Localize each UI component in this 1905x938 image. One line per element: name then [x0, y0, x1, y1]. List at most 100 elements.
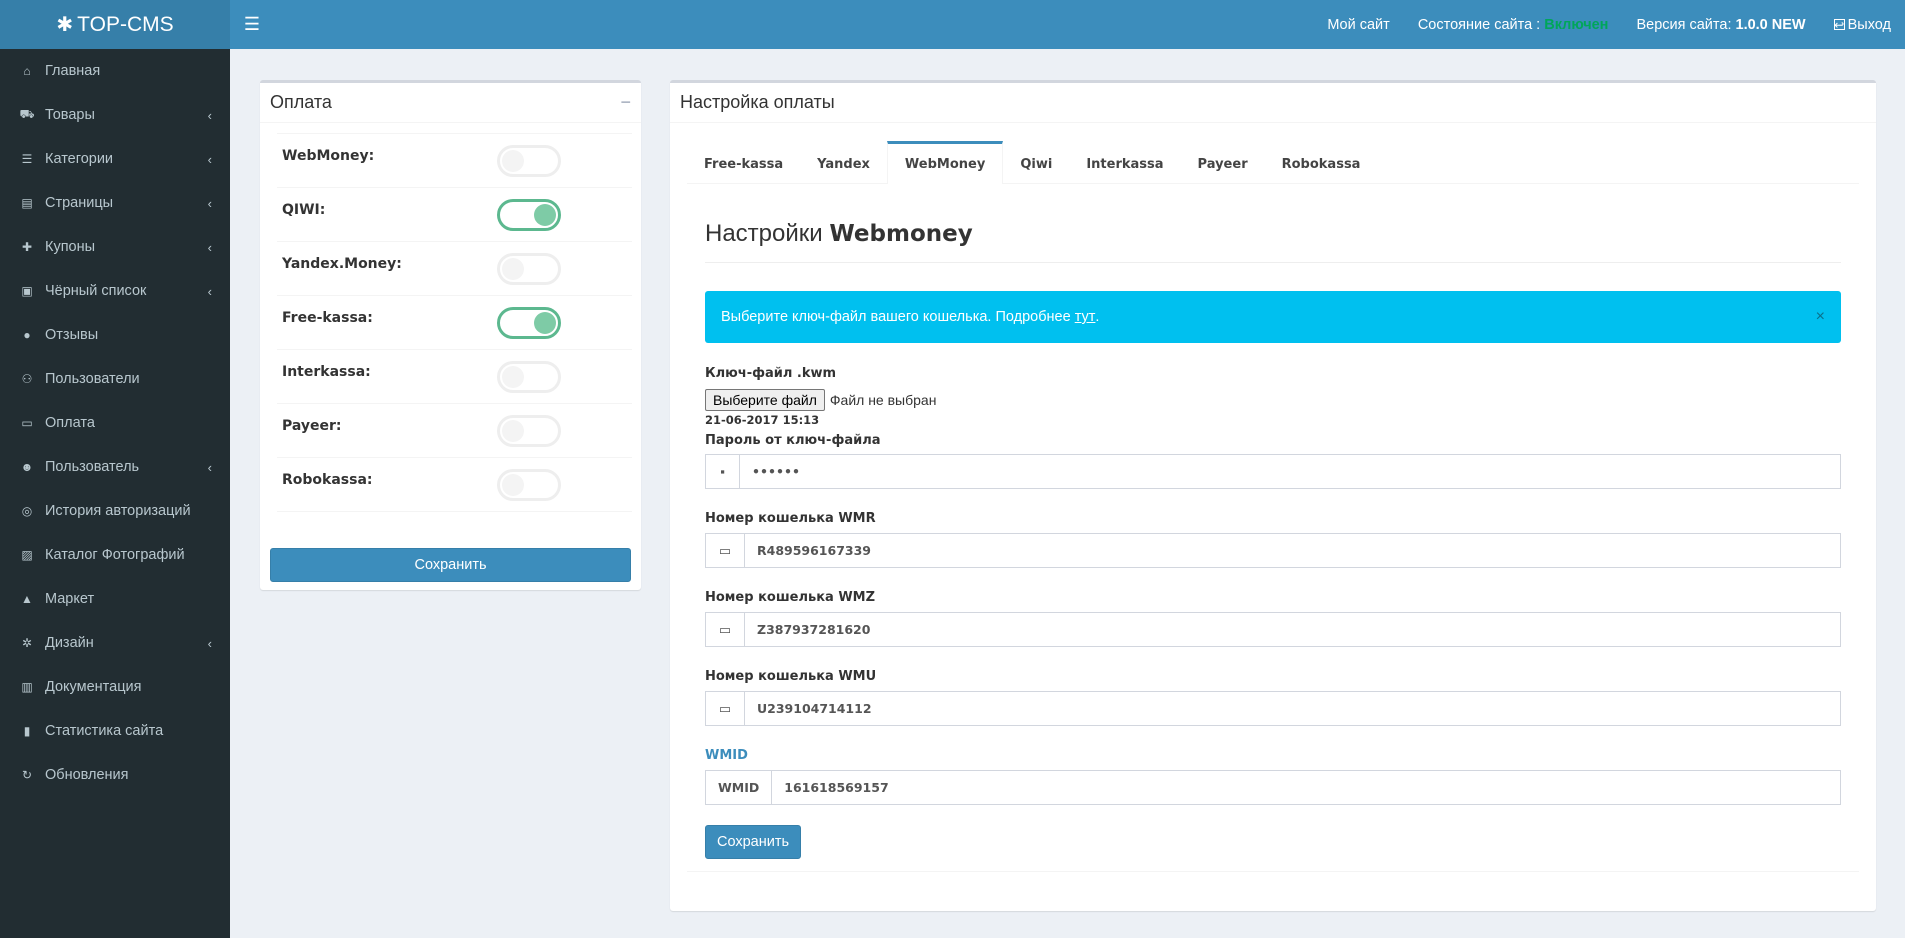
tab-free-kassa[interactable]: Free-kassa	[687, 141, 800, 184]
users-icon: ⚇	[21, 372, 33, 386]
wmr-input[interactable]	[745, 534, 1840, 567]
payment-method-row: QIWI:	[277, 187, 632, 241]
webmoney-tab-pane: Настройки Webmoney Выберите ключ-файл ва…	[687, 184, 1859, 872]
sidebar-item-coupons[interactable]: ✚ Купоны ‹	[0, 225, 230, 269]
file-icon: ▤	[21, 196, 33, 210]
chevron-left-icon: ‹	[207, 239, 212, 255]
my-site-link[interactable]: Мой сайт	[1313, 0, 1404, 49]
save-payment-methods-button[interactable]: Сохранить	[270, 548, 631, 582]
sidebar-item-label: Маркет	[45, 591, 95, 607]
wmid-label: WMID	[705, 748, 748, 763]
wmz-input[interactable]	[745, 613, 1840, 646]
site-version[interactable]: Версия сайта: 1.0.0 NEW	[1622, 0, 1819, 49]
alert-dot: .	[1095, 309, 1100, 325]
sign-out-icon: ↩	[1833, 17, 1845, 32]
collapse-icon[interactable]: −	[620, 92, 631, 113]
sidebar-item-market[interactable]: ▲ Маркет	[0, 577, 230, 621]
sidebar-item-stats[interactable]: ▮ Статистика сайта	[0, 709, 230, 753]
wmr-label: Номер кошелька WMR	[705, 511, 876, 526]
sidebar-item-design[interactable]: ✲ Дизайн ‹	[0, 621, 230, 665]
sidebar-item-categories[interactable]: ☰ Категории ‹	[0, 137, 230, 181]
free-kassa-toggle[interactable]	[497, 306, 561, 339]
site-version-value: 1.0.0 NEW	[1735, 16, 1806, 33]
sidebar: ⌂ Главная ⛟ Товары ‹ ☰ Категории ‹ ▤ Страницы ‹…	[0, 49, 230, 938]
wmid-group: WMID	[705, 770, 1841, 805]
sidebar-item-updates[interactable]: ↻ Обновления	[0, 753, 230, 797]
tab-payeer[interactable]: Payeer	[1181, 141, 1265, 184]
site-status-value: Включен	[1544, 16, 1609, 33]
settings-box-header: Настройка оплаты	[670, 83, 1876, 123]
sidebar-item-auth-history[interactable]: ◎ История авторизаций	[0, 489, 230, 533]
sidebar-item-label: Обновления	[45, 767, 129, 783]
payment-method-label: Interkassa:	[282, 363, 371, 380]
sidebar-item-home[interactable]: ⌂ Главная	[0, 49, 230, 93]
credit-card-icon: ▭	[706, 534, 745, 567]
gear-icon: ✱	[56, 13, 74, 36]
close-icon[interactable]: ×	[1816, 308, 1825, 326]
list-icon: ☰	[21, 152, 33, 166]
wmr-group: ▭	[705, 533, 1841, 568]
payeer-toggle[interactable]	[497, 414, 561, 447]
sidebar-item-label: Дизайн	[45, 635, 94, 651]
robokassa-toggle[interactable]	[497, 468, 561, 501]
book-icon: ▥	[21, 680, 33, 694]
sidebar-item-users[interactable]: ⚇ Пользователи	[0, 357, 230, 401]
webmoney-toggle[interactable]	[497, 144, 561, 177]
keyfile-input: Выберите файл Файл не выбран	[705, 389, 936, 411]
wmu-group: ▭	[705, 691, 1841, 726]
wmid-input[interactable]	[772, 771, 1840, 804]
gift-icon: ✚	[21, 240, 33, 254]
sidebar-item-label: Чёрный список	[45, 283, 147, 299]
cogs-icon: ✲	[21, 636, 33, 650]
payment-method-label: WebMoney:	[282, 147, 375, 164]
tab-webmoney[interactable]: WebMoney	[886, 141, 1004, 184]
refresh-icon: ↻	[21, 768, 33, 782]
sidebar-item-products[interactable]: ⛟ Товары ‹	[0, 93, 230, 137]
payment-method-label: Free-kassa:	[282, 309, 373, 326]
site-status-label: Состояние сайта :	[1417, 16, 1541, 33]
sidebar-item-blacklist[interactable]: ▣ Чёрный список ‹	[0, 269, 230, 313]
password-input[interactable]	[740, 455, 1840, 488]
logo[interactable]: ✱ TOP-CMS	[0, 0, 230, 49]
sidebar-toggle-button[interactable]: ☰	[230, 0, 274, 49]
sidebar-item-photo-catalog[interactable]: ▨ Каталог Фотографий	[0, 533, 230, 577]
choose-file-button[interactable]: Выберите файл	[705, 389, 825, 411]
payment-method-row: Free-kassa:	[277, 295, 632, 349]
qiwi-toggle[interactable]	[497, 198, 561, 231]
sidebar-item-label: Оплата	[45, 415, 95, 431]
payment-methods-box: Оплата − WebMoney: QIWI: Yandex.Money: F…	[260, 80, 641, 590]
site-status[interactable]: Состояние сайта : Включен	[1404, 0, 1623, 49]
wmu-input[interactable]	[745, 692, 1840, 725]
home-icon: ⌂	[23, 64, 31, 78]
credit-card-icon: ▭	[706, 613, 745, 646]
tab-interkassa[interactable]: Interkassa	[1069, 141, 1180, 184]
tab-robokassa[interactable]: Robokassa	[1265, 141, 1378, 184]
alert-link[interactable]: тут	[1075, 309, 1096, 325]
image-icon: ▨	[21, 548, 33, 562]
chevron-left-icon: ‹	[207, 283, 212, 299]
save-webmoney-settings-button[interactable]: Сохранить	[705, 825, 801, 859]
sidebar-item-label: Купоны	[45, 239, 96, 255]
logo-text: TOP-CMS	[77, 12, 174, 36]
sidebar-item-docs[interactable]: ▥ Документация	[0, 665, 230, 709]
bar-chart-icon: ▮	[23, 724, 31, 738]
logout-link[interactable]: ↩ Выход	[1820, 0, 1905, 49]
tab-qiwi[interactable]: Qiwi	[1003, 141, 1069, 184]
payment-method-row: WebMoney:	[277, 133, 632, 187]
sidebar-item-pages[interactable]: ▤ Страницы ‹	[0, 181, 230, 225]
sidebar-item-label: Документация	[45, 679, 142, 695]
keyfile-timestamp: 21-06-2017 15:13	[705, 413, 820, 427]
sidebar-item-reviews[interactable]: ● Отзывы	[0, 313, 230, 357]
payment-method-row: Robokassa:	[277, 457, 632, 511]
lock-icon: ▣	[21, 284, 33, 298]
tab-yandex[interactable]: Yandex	[800, 141, 887, 184]
sidebar-item-label: Главная	[45, 63, 101, 79]
file-status: Файл не выбран	[829, 392, 937, 408]
sidebar-item-label: Страницы	[45, 195, 114, 211]
sidebar-item-user[interactable]: ☻ Пользователь ‹	[0, 445, 230, 489]
sidebar-item-payment[interactable]: ▭ Оплата	[0, 401, 230, 445]
interkassa-toggle[interactable]	[497, 360, 561, 393]
yandex-money-toggle[interactable]	[497, 252, 561, 285]
wmz-group: ▭	[705, 612, 1841, 647]
payment-method-row: Payeer:	[277, 403, 632, 457]
